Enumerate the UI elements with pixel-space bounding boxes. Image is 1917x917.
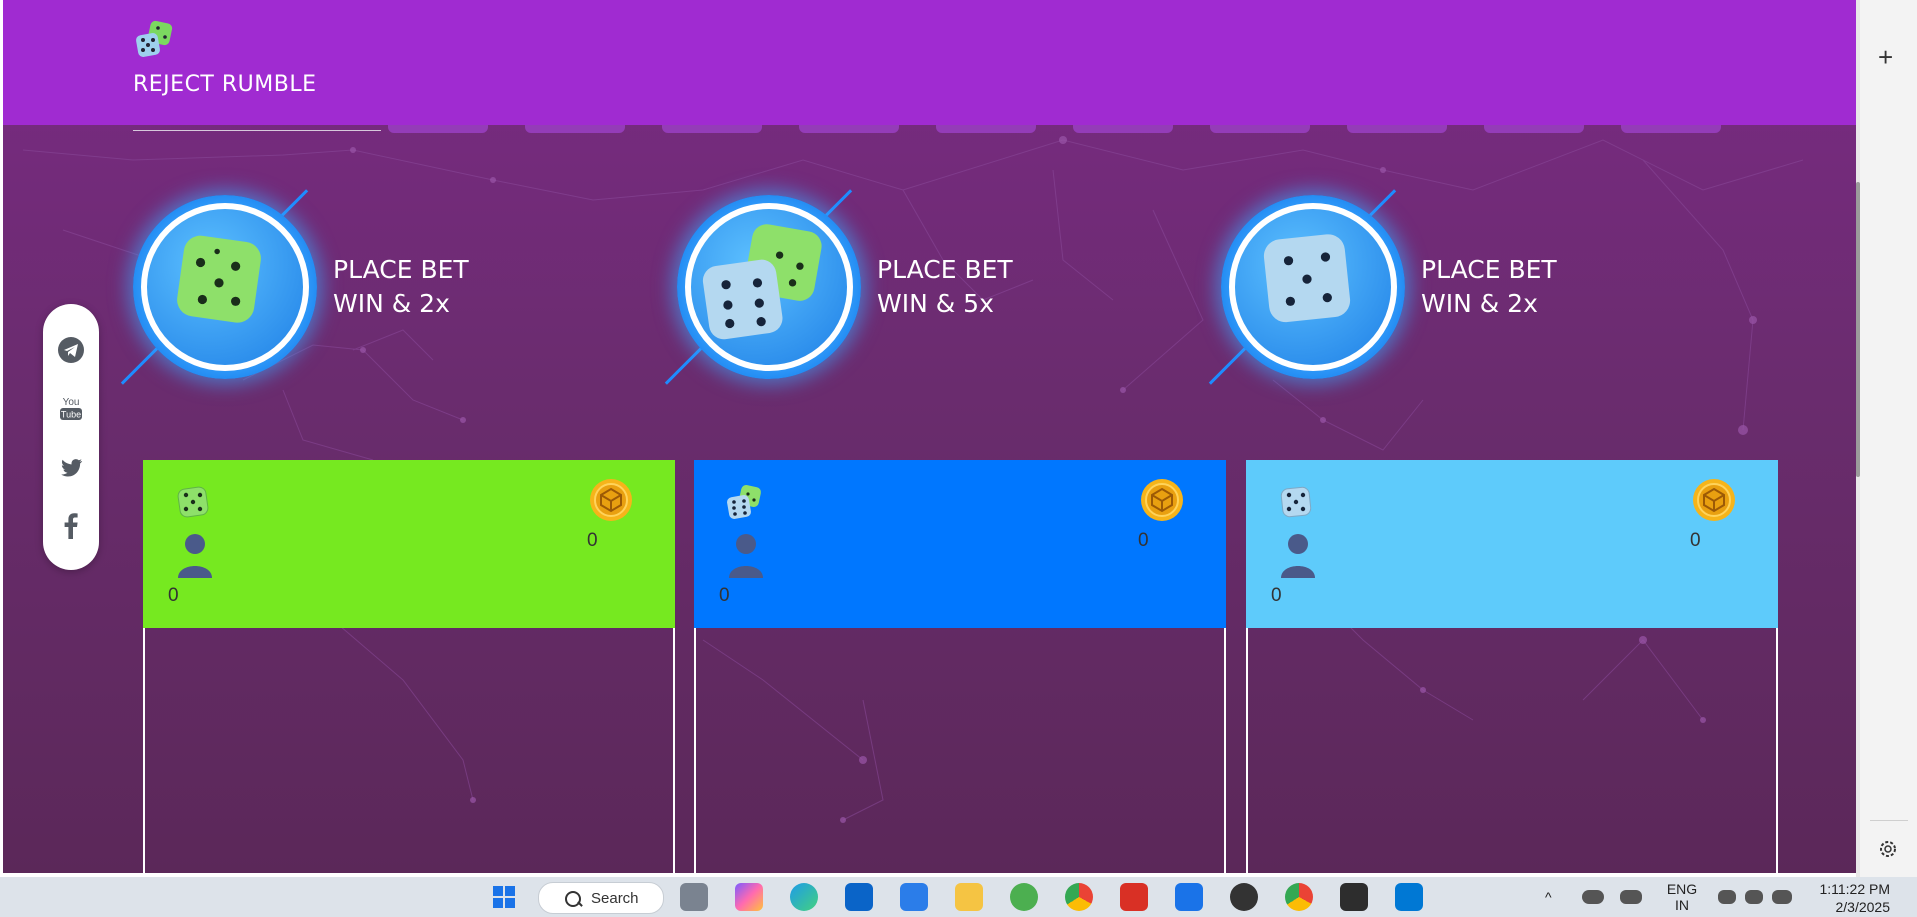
youtube-icon[interactable]: You Tube: [57, 394, 85, 422]
task-view-icon[interactable]: [680, 883, 708, 911]
windows-start-icon[interactable]: [490, 883, 518, 911]
green-die-icon: [177, 235, 261, 323]
telegram-icon[interactable]: [57, 336, 85, 364]
tab-5[interactable]: [936, 125, 1036, 133]
tab-9[interactable]: [1484, 125, 1584, 133]
tab-8[interactable]: [1347, 125, 1447, 133]
twitter-icon[interactable]: [57, 454, 85, 482]
coin-value: 0: [1690, 530, 1701, 551]
blue-die-icon: [1263, 234, 1351, 323]
two-dice-icon: [727, 485, 761, 519]
tab-10[interactable]: [1621, 125, 1721, 133]
user-icon: [178, 534, 212, 578]
volume-muted-icon[interactable]: [1745, 890, 1763, 904]
gear-icon[interactable]: [1877, 838, 1899, 860]
bet-option-green[interactable]: PLACE BET WIN & 2x: [120, 189, 613, 385]
coin-icon: [1693, 479, 1735, 521]
card-body: [143, 628, 675, 873]
card-header: 0 0: [1246, 460, 1778, 628]
taskbar-search[interactable]: Search: [538, 882, 664, 914]
tab-1[interactable]: [388, 125, 488, 133]
facebook-icon[interactable]: [57, 512, 85, 540]
chatgpt-icon[interactable]: [1230, 883, 1258, 911]
file-explorer-icon[interactable]: [955, 883, 983, 911]
card-header: 0 0: [694, 460, 1226, 628]
svg-text:You: You: [63, 397, 80, 408]
search-label: Search: [591, 890, 639, 907]
bet-line1: PLACE BET: [877, 255, 1013, 284]
blue-die-icon: [1280, 486, 1312, 518]
tab-2[interactable]: [525, 125, 625, 133]
svg-text:Tube: Tube: [61, 410, 81, 420]
bet-dice-ring[interactable]: [1221, 195, 1405, 379]
language-indicator[interactable]: ENG IN: [1665, 881, 1699, 913]
gmail-icon[interactable]: [1120, 883, 1148, 911]
calendar-icon[interactable]: [1175, 883, 1203, 911]
terminal-icon[interactable]: [1340, 883, 1368, 911]
user-icon: [1281, 534, 1315, 578]
coin-icon: [1141, 479, 1183, 521]
bet-line2: WIN & 5x: [877, 289, 994, 318]
divider: [1870, 820, 1908, 821]
bet-card-blue[interactable]: 0 0: [694, 460, 1226, 873]
keyboard-icon[interactable]: [1620, 890, 1642, 904]
bet-line2: WIN & 2x: [333, 289, 450, 318]
chrome-profile-icon[interactable]: [1285, 883, 1313, 911]
edge-icon[interactable]: [790, 883, 818, 911]
bet-card-green[interactable]: 0 0: [143, 460, 675, 873]
tab-strip: [388, 125, 1721, 133]
chrome-icon[interactable]: [1065, 883, 1093, 911]
tab-7[interactable]: [1210, 125, 1310, 133]
user-count: 0: [719, 585, 730, 606]
brand-title[interactable]: REJECT RUMBLE: [133, 72, 317, 97]
system-clock[interactable]: 1:11:22 PM 2/3/2025: [1818, 880, 1890, 916]
coin-value: 0: [587, 530, 598, 551]
copilot-icon[interactable]: [735, 883, 763, 911]
bet-line2: WIN & 2x: [1421, 289, 1538, 318]
meet-icon[interactable]: [900, 883, 928, 911]
top-header: REJECT RUMBLE: [3, 0, 1856, 125]
browser-viewport: REJECT RUMBLE PLACE BET WIN & 2x PLACE B…: [0, 0, 1860, 877]
bet-line1: PLACE BET: [1421, 255, 1557, 284]
tab-3[interactable]: [662, 125, 762, 133]
battery-icon[interactable]: [1772, 890, 1792, 904]
card-body: [1246, 628, 1778, 873]
bet-dice-ring[interactable]: [133, 195, 317, 379]
bet-line1: PLACE BET: [333, 255, 469, 284]
bet-option-double[interactable]: PLACE BET WIN & 5x: [664, 189, 1157, 385]
bet-dice-ring[interactable]: [677, 195, 861, 379]
active-tab-underline: [133, 130, 381, 131]
user-count: 0: [1271, 585, 1282, 606]
browser-side-panel: +: [1860, 0, 1917, 877]
chevron-up-icon[interactable]: ^: [1545, 889, 1552, 905]
search-icon: [565, 891, 581, 907]
onedrive-icon[interactable]: [1582, 890, 1604, 904]
add-icon[interactable]: +: [1878, 44, 1893, 70]
bet-card-lightblue[interactable]: 0 0: [1246, 460, 1778, 873]
tab-4[interactable]: [799, 125, 899, 133]
coin-icon: [590, 479, 632, 521]
coin-value: 0: [1138, 530, 1149, 551]
green-die-icon: [177, 486, 209, 518]
card-header: 0 0: [143, 460, 675, 628]
bet-option-blue[interactable]: PLACE BET WIN & 2x: [1208, 189, 1701, 385]
dice-logo-icon[interactable]: [133, 20, 175, 62]
social-sidebar: You Tube: [43, 304, 99, 570]
user-icon: [729, 534, 763, 578]
windows-taskbar: Search ^ ENG IN 1:11:22 PM 2/3/2025: [0, 877, 1917, 917]
app-icon[interactable]: [1010, 883, 1038, 911]
tab-6[interactable]: [1073, 125, 1173, 133]
wifi-icon[interactable]: [1718, 890, 1736, 904]
two-dice-icon: [702, 224, 822, 340]
vscode-icon[interactable]: [1395, 883, 1423, 911]
outlook-icon[interactable]: [845, 883, 873, 911]
game-page: REJECT RUMBLE PLACE BET WIN & 2x PLACE B…: [3, 0, 1856, 873]
card-body: [694, 628, 1226, 873]
user-count: 0: [168, 585, 179, 606]
